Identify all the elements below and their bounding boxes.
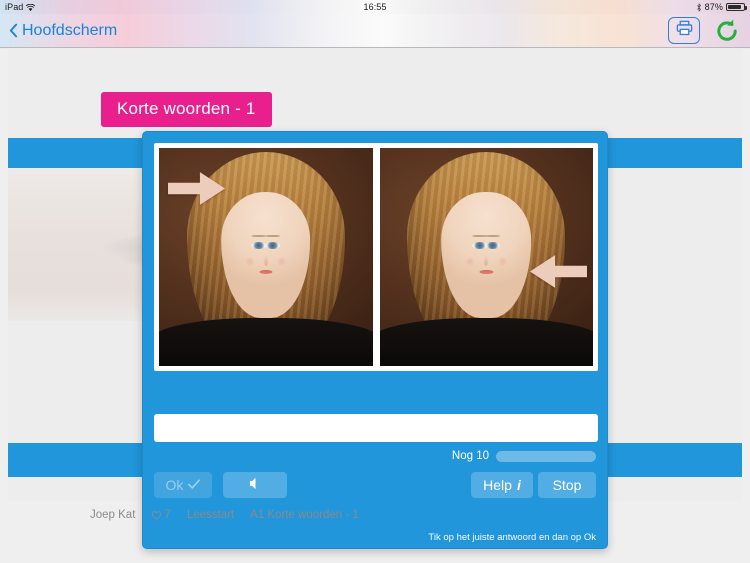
arrow-right-icon — [167, 172, 226, 205]
sound-button[interactable] — [223, 472, 287, 498]
status-footer: Joep Kat 7 Leesstart A1 Korte woorden - … — [0, 501, 750, 563]
stop-button[interactable]: Stop — [538, 472, 596, 498]
info-icon: i — [516, 477, 521, 493]
image-option-left[interactable] — [159, 148, 373, 366]
heart-icon — [151, 510, 162, 520]
back-button[interactable]: Hoofdscherm — [0, 22, 117, 40]
progress-bar — [496, 450, 596, 462]
ok-button-label: Ok — [165, 477, 184, 493]
speaker-icon — [249, 477, 262, 493]
answer-input[interactable] — [154, 414, 598, 442]
footer-user-name: Joep Kat — [90, 509, 136, 521]
image-choice-frame — [154, 143, 598, 371]
help-button-label: Help — [483, 477, 512, 493]
refresh-icon — [714, 19, 740, 48]
favorites-count: 7 — [164, 509, 171, 521]
page-content: Korte woorden - 1 Nog 10 Ok Help i Stop … — [0, 49, 750, 563]
dialog-button-row: Ok Help i Stop — [154, 472, 596, 498]
battery-icon — [726, 3, 747, 11]
help-button[interactable]: Help i — [471, 472, 533, 498]
status-bar-right: 87% — [696, 2, 747, 12]
exercise-dialog: Nog 10 Ok Help i Stop Tik op het juiste … — [142, 131, 608, 549]
back-button-label: Hoofdscherm — [22, 21, 118, 39]
printer-icon — [676, 20, 693, 41]
progress-indicator: Nog 10 — [452, 450, 596, 462]
status-bar-clock: 16:55 — [363, 2, 387, 12]
footer-lesson: A1 Korte woorden - 1 — [250, 509, 359, 521]
navigation-bar-actions — [668, 17, 740, 44]
check-icon — [188, 477, 201, 493]
navigation-bar: Hoofdscherm — [0, 14, 750, 48]
footer-course: Leesstart — [186, 509, 235, 521]
progress-label: Nog 10 — [451, 450, 489, 462]
print-button[interactable] — [668, 17, 700, 44]
status-bar: iPad 16:55 87% — [0, 0, 750, 14]
battery-percent: 87% — [704, 2, 723, 12]
ok-button[interactable]: Ok — [154, 472, 212, 498]
lesson-title-badge: Korte woorden - 1 — [101, 92, 272, 127]
arrow-left-icon — [529, 254, 587, 288]
bluetooth-icon — [696, 3, 702, 12]
chevron-left-icon — [9, 23, 18, 38]
image-option-right[interactable] — [379, 148, 593, 366]
refresh-button[interactable] — [714, 18, 740, 44]
app-root: iPad 16:55 87% Hoofdscherm Korte woorden… — [0, 0, 750, 563]
favorites-indicator: 7 — [151, 509, 171, 521]
